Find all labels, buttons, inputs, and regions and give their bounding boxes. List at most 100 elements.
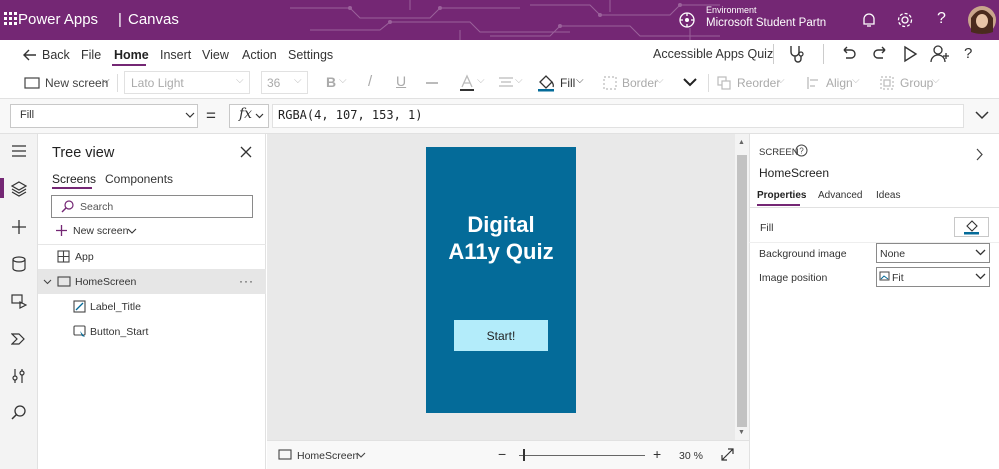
border-button[interactable]: Border [622, 76, 658, 90]
text-align-icon[interactable] [498, 76, 514, 90]
home-tab-underline [112, 64, 146, 66]
new-screen-icon [24, 77, 40, 89]
preview-play-icon[interactable] [902, 45, 918, 63]
image-position-label: Image position [759, 272, 828, 284]
fill-button[interactable]: Fill [560, 76, 575, 90]
zoom-slider-thumb[interactable] [523, 449, 525, 461]
tab-components[interactable]: Components [105, 172, 173, 186]
zoom-out-button[interactable]: − [498, 446, 506, 462]
notifications-bell-icon[interactable] [861, 11, 877, 29]
help-question-icon[interactable]: ? [964, 45, 972, 62]
new-screen-button[interactable]: New screen [45, 76, 108, 90]
title-bar: Power Apps | Canvas Environment Microsof… [0, 0, 999, 40]
hamburger-menu-icon[interactable] [11, 145, 27, 157]
fill-bucket-icon[interactable] [536, 73, 556, 93]
back-arrow-icon[interactable] [22, 48, 38, 62]
tree-item-homescreen: HomeScreen [75, 276, 137, 288]
search-icon [61, 200, 74, 213]
menu-action[interactable]: Action [242, 48, 277, 62]
tree-item-app[interactable]: App [75, 251, 94, 263]
chevron-down-icon [975, 249, 986, 256]
settings-gear-icon[interactable] [896, 11, 914, 29]
app-grid-icon [57, 250, 70, 263]
chevron-down-icon: ⌵ [339, 75, 347, 86]
zoom-in-button[interactable]: + [653, 446, 661, 462]
scroll-up-arrow-icon[interactable]: ▲ [738, 139, 745, 146]
align-button[interactable]: Align [826, 76, 853, 90]
data-cylinder-icon[interactable] [11, 256, 27, 272]
help-circle-icon[interactable]: ? [795, 144, 808, 157]
tree-view-title: Tree view [52, 145, 115, 161]
label-edit-icon [73, 300, 86, 313]
chevron-down-icon: ⌵ [515, 75, 523, 86]
chevron-down-icon: ⌵ [932, 75, 940, 86]
fill-label: Fill [760, 222, 774, 234]
tab-screens[interactable]: Screens [52, 172, 96, 186]
waffle-icon[interactable] [4, 12, 18, 26]
app-name[interactable]: Power Apps [18, 11, 98, 28]
help-icon[interactable]: ? [937, 10, 946, 28]
collapse-chevron-icon[interactable] [43, 279, 52, 285]
back-button[interactable]: Back [42, 48, 70, 62]
border-icon[interactable] [603, 76, 617, 90]
insert-plus-icon[interactable] [11, 219, 27, 235]
current-screen-selector[interactable]: HomeScreen [297, 450, 358, 462]
tab-properties[interactable]: Properties [757, 190, 806, 201]
reorder-icon[interactable] [717, 76, 731, 90]
zoom-slider-track[interactable] [519, 455, 645, 456]
chevron-down-icon [185, 112, 195, 118]
environment-name[interactable]: Microsoft Student Partn [706, 17, 852, 29]
media-icon[interactable] [11, 293, 27, 309]
more-options-chevron-icon[interactable] [682, 76, 698, 88]
expand-formula-chevron-icon[interactable] [975, 111, 989, 120]
homescreen-preview[interactable] [426, 147, 576, 413]
tab-ideas[interactable]: Ideas [876, 190, 900, 201]
fit-to-window-icon[interactable] [721, 448, 734, 461]
menu-home[interactable]: Home [114, 48, 149, 62]
advanced-tools-icon[interactable] [11, 368, 27, 384]
property-dropdown[interactable] [10, 104, 198, 128]
bold-button[interactable]: B [326, 74, 336, 90]
redo-icon[interactable] [871, 45, 889, 63]
tree-view-layers-icon[interactable] [11, 181, 27, 197]
divider [708, 74, 709, 92]
underline-button[interactable]: U [396, 73, 406, 89]
environment-icon[interactable] [678, 11, 696, 29]
search-rail-icon[interactable] [11, 405, 27, 421]
tree-item-button-start[interactable]: Button_Start [90, 326, 148, 338]
fill-bucket-icon [964, 220, 979, 235]
group-button[interactable]: Group [900, 76, 933, 90]
tree-item-homescreen-row[interactable] [38, 269, 266, 294]
scroll-down-arrow-icon[interactable]: ▼ [738, 429, 745, 436]
tab-advanced[interactable]: Advanced [818, 190, 862, 201]
italic-button[interactable]: / [368, 73, 372, 90]
more-options-icon[interactable]: ··· [239, 274, 254, 288]
menu-view[interactable]: View [202, 48, 229, 62]
power-automate-icon[interactable] [11, 331, 27, 347]
start-button-preview[interactable]: Start! [454, 320, 548, 351]
chevron-down-icon: ⌵ [852, 75, 860, 86]
menu-file[interactable]: File [81, 48, 101, 62]
chevron-right-icon[interactable] [976, 148, 984, 161]
divider [38, 244, 266, 245]
chevron-down-icon: ⌵ [656, 75, 664, 86]
undo-icon[interactable] [840, 45, 858, 63]
font-value: Lato Light [131, 76, 184, 90]
label-title-preview[interactable]: Digital A11y Quiz [426, 211, 576, 265]
user-avatar[interactable] [968, 6, 996, 34]
scrollbar-thumb[interactable] [737, 155, 747, 427]
app-checker-stethoscope-icon[interactable] [786, 44, 806, 64]
reorder-button[interactable]: Reorder [737, 76, 780, 90]
share-user-icon[interactable] [930, 44, 950, 64]
strikethrough-icon[interactable] [424, 77, 440, 89]
background-image-label: Background image [759, 248, 847, 260]
menu-insert[interactable]: Insert [160, 48, 191, 62]
group-icon[interactable] [880, 76, 894, 90]
font-color-icon[interactable] [458, 74, 476, 92]
close-icon[interactable] [240, 146, 252, 158]
menu-settings[interactable]: Settings [288, 48, 333, 62]
chevron-down-icon [975, 273, 986, 280]
new-screen-button[interactable]: New screen [73, 225, 128, 237]
align-icon[interactable] [807, 76, 821, 90]
tree-item-label-title[interactable]: Label_Title [90, 301, 141, 313]
